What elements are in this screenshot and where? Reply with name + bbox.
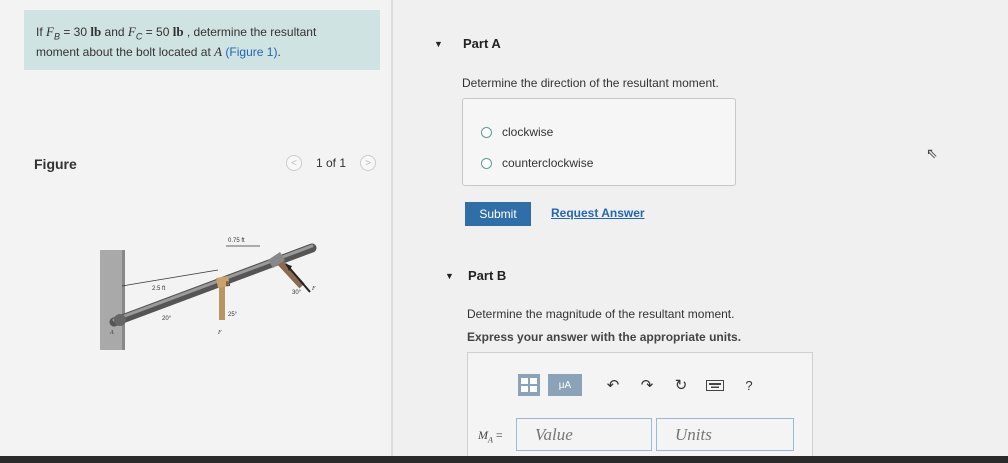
mouse-cursor-icon: ⇖ — [926, 145, 938, 161]
figure-link[interactable]: (Figure 1) — [225, 45, 277, 59]
figure-heading: Figure — [34, 156, 77, 172]
units-icon[interactable]: μA — [548, 374, 582, 396]
template-glyph — [521, 378, 537, 392]
moment-label: MA = — [478, 428, 503, 445]
part-a-question: Determine the direction of the resultant… — [462, 76, 719, 90]
pager-count: 1 of 1 — [316, 156, 347, 170]
dim-top-label: 0.75 ft — [228, 238, 245, 244]
radio-clockwise[interactable] — [481, 126, 492, 138]
angle-bottom-label: 20° — [162, 316, 172, 322]
help-icon[interactable]: ? — [738, 374, 760, 396]
request-answer-link[interactable]: Request Answer — [551, 206, 645, 220]
part-a-collapse-icon[interactable]: ▼ — [434, 39, 443, 49]
screen-bottom-edge — [0, 456, 1008, 463]
part-a-options: clockwise counterclockwise — [462, 98, 736, 186]
submit-button[interactable]: Submit — [465, 202, 531, 226]
point-b-label: B — [226, 282, 231, 288]
value-input[interactable] — [516, 418, 652, 451]
keyboard-icon[interactable] — [704, 374, 726, 396]
wall-edge — [122, 250, 125, 350]
figure-pager: < 1 of 1 > — [286, 154, 377, 172]
dim-left-label: 2.5 ft — [152, 286, 166, 292]
pager-next-button[interactable]: > — [360, 155, 377, 171]
part-b-collapse-icon[interactable]: ▼ — [445, 271, 454, 281]
problem-statement: If FB = 30 lb and FC = 50 lb , determine… — [24, 10, 380, 70]
template-icon[interactable] — [518, 374, 540, 396]
redo-icon[interactable]: ↷ — [636, 374, 658, 396]
keyboard-glyph — [706, 379, 724, 391]
part-b-question: Determine the magnitude of the resultant… — [467, 307, 735, 321]
part-b-instruction: Express your answer with the appropriate… — [467, 330, 742, 344]
units-input[interactable] — [656, 418, 794, 451]
problem-panel: If FB = 30 lb and FC = 50 lb , determine… — [0, 0, 392, 463]
option-counterclockwise[interactable]: counterclockwise — [481, 156, 593, 170]
radio-counterclockwise[interactable] — [481, 157, 492, 169]
force-b-label: F — [217, 330, 222, 336]
part-b-title[interactable]: Part B — [468, 268, 506, 283]
option-clockwise[interactable]: clockwise — [481, 125, 553, 139]
point-a-label: A — [109, 330, 114, 336]
force-c-label: F — [311, 286, 316, 292]
part-a-title[interactable]: Part A — [463, 36, 501, 51]
wrench-figure: 0.75 ft 2.5 ft 20° 25° 30° B F F A — [100, 238, 317, 350]
pager-prev-button[interactable]: < — [286, 155, 302, 171]
rope-c — [275, 257, 305, 289]
math-toolbar: μA ↶ ↷ ↻ ? — [518, 374, 760, 396]
angle-b-label: 25° — [228, 312, 238, 318]
reset-icon[interactable]: ↻ — [670, 374, 692, 396]
angle-c-label: 30° — [292, 290, 302, 296]
undo-icon[interactable]: ↶ — [602, 374, 624, 396]
bolt-a — [114, 314, 126, 326]
dim-line-left — [121, 269, 219, 287]
